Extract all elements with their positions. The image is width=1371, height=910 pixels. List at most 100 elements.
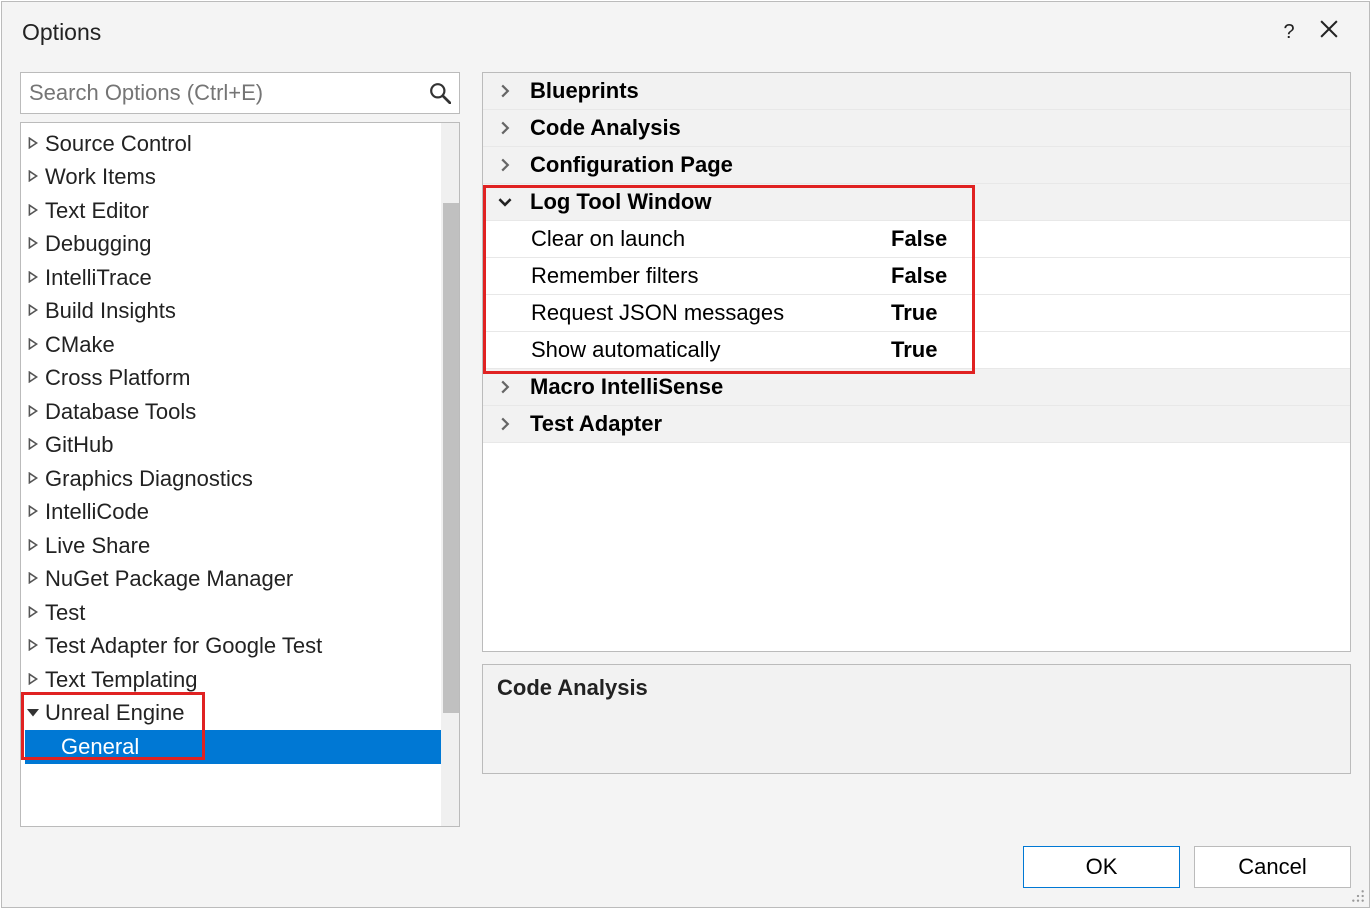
- caret-right-icon[interactable]: [27, 539, 41, 553]
- property-value[interactable]: True: [891, 337, 937, 363]
- caret-right-icon[interactable]: [27, 170, 41, 184]
- caret-right-icon[interactable]: [27, 673, 41, 687]
- help-button[interactable]: ?: [1269, 21, 1309, 44]
- search-input[interactable]: [29, 80, 429, 106]
- caret-right-icon[interactable]: [27, 606, 41, 620]
- tree-item-label: CMake: [45, 332, 115, 358]
- tree-item-text-templating[interactable]: Text Templating: [25, 663, 459, 697]
- tree-item-nuget-package-manager[interactable]: NuGet Package Manager: [25, 563, 459, 597]
- search-icon: [429, 82, 451, 104]
- propgrid-property[interactable]: Remember filtersFalse: [483, 258, 1350, 295]
- caret-right-icon[interactable]: [27, 572, 41, 586]
- tree-item-build-insights[interactable]: Build Insights: [25, 295, 459, 329]
- tree-item-label: IntelliTrace: [45, 265, 152, 291]
- tree-item-label: Build Insights: [45, 298, 176, 324]
- propgrid-property[interactable]: Show automaticallyTrue: [483, 332, 1350, 369]
- tree-item-test[interactable]: Test: [25, 596, 459, 630]
- dialog-title: Options: [22, 19, 1269, 46]
- tree-item-text-editor[interactable]: Text Editor: [25, 194, 459, 228]
- tree-item-label: NuGet Package Manager: [45, 566, 293, 592]
- left-pane: Source Control Work Items Text Editor Debug…: [20, 72, 460, 827]
- tree-item-label: Cross Platform: [45, 365, 190, 391]
- caret-right-icon[interactable]: [27, 271, 41, 285]
- category-label: Macro IntelliSense: [530, 374, 723, 400]
- category-label: Blueprints: [530, 78, 639, 104]
- chevron-down-icon[interactable]: [498, 195, 516, 209]
- caret-right-icon[interactable]: [27, 472, 41, 486]
- tree-item-label: IntelliCode: [45, 499, 149, 525]
- chevron-right-icon[interactable]: [498, 158, 516, 172]
- tree-item-label: Database Tools: [45, 399, 196, 425]
- propgrid-category-test-adapter[interactable]: Test Adapter: [483, 406, 1350, 443]
- property-value[interactable]: False: [891, 226, 947, 252]
- tree-item-work-items[interactable]: Work Items: [25, 161, 459, 195]
- category-label: Configuration Page: [530, 152, 733, 178]
- caret-right-icon[interactable]: [27, 505, 41, 519]
- tree-item-cmake[interactable]: CMake: [25, 328, 459, 362]
- chevron-right-icon[interactable]: [498, 84, 516, 98]
- tree-item-label: Debugging: [45, 231, 151, 257]
- property-value[interactable]: False: [891, 263, 947, 289]
- search-box[interactable]: [20, 72, 460, 114]
- caret-right-icon[interactable]: [27, 137, 41, 151]
- tree-item-label: Unreal Engine: [45, 700, 184, 726]
- scrollbar-track[interactable]: [441, 123, 459, 826]
- chevron-right-icon[interactable]: [498, 417, 516, 431]
- tree-item-graphics-diagnostics[interactable]: Graphics Diagnostics: [25, 462, 459, 496]
- tree-item-database-tools[interactable]: Database Tools: [25, 395, 459, 429]
- propgrid-category-blueprints[interactable]: Blueprints: [483, 73, 1350, 110]
- property-label: Request JSON messages: [531, 300, 891, 326]
- caret-right-icon[interactable]: [27, 338, 41, 352]
- caret-down-icon[interactable]: [27, 706, 41, 720]
- propgrid-property[interactable]: Request JSON messagesTrue: [483, 295, 1350, 332]
- tree-item-label: Graphics Diagnostics: [45, 466, 253, 492]
- titlebar: Options ?: [2, 2, 1369, 62]
- caret-right-icon[interactable]: [27, 237, 41, 251]
- propgrid-category-macro-intellisense[interactable]: Macro IntelliSense: [483, 369, 1350, 406]
- category-label: Code Analysis: [530, 115, 681, 141]
- propgrid-category-log-tool-window[interactable]: Log Tool Window: [483, 184, 1350, 221]
- property-label: Remember filters: [531, 263, 891, 289]
- caret-right-icon[interactable]: [27, 371, 41, 385]
- tree-item-live-share[interactable]: Live Share: [25, 529, 459, 563]
- tree-item-source-control[interactable]: Source Control: [25, 127, 459, 161]
- tree-item-intellicode[interactable]: IntelliCode: [25, 496, 459, 530]
- caret-right-icon[interactable]: [27, 405, 41, 419]
- propgrid-category-configuration-page[interactable]: Configuration Page: [483, 147, 1350, 184]
- right-pane: Blueprints Code Analysis Configuration Pag…: [482, 72, 1351, 827]
- tree-item-label: Live Share: [45, 533, 150, 559]
- chevron-right-icon[interactable]: [498, 380, 516, 394]
- tree-item-intellitrace[interactable]: IntelliTrace: [25, 261, 459, 295]
- propgrid-category-code-analysis[interactable]: Code Analysis: [483, 110, 1350, 147]
- property-grid[interactable]: Blueprints Code Analysis Configuration Pag…: [482, 72, 1351, 652]
- property-label: Clear on launch: [531, 226, 891, 252]
- caret-right-icon[interactable]: [27, 639, 41, 653]
- caret-right-icon[interactable]: [27, 438, 41, 452]
- tree-item-test-adapter-for-google-test[interactable]: Test Adapter for Google Test: [25, 630, 459, 664]
- cancel-button[interactable]: Cancel: [1194, 846, 1351, 888]
- caret-right-icon[interactable]: [27, 304, 41, 318]
- tree-item-unreal-engine[interactable]: Unreal Engine: [25, 697, 459, 731]
- dialog-footer: OK Cancel: [2, 827, 1369, 907]
- tree-list[interactable]: Source Control Work Items Text Editor Debug…: [21, 123, 459, 826]
- tree-item-general[interactable]: General: [25, 730, 459, 764]
- chevron-right-icon[interactable]: [498, 121, 516, 135]
- tree-item-label: Text Editor: [45, 198, 149, 224]
- category-tree: Source Control Work Items Text Editor Debug…: [20, 122, 460, 827]
- close-button[interactable]: [1309, 20, 1349, 44]
- propgrid-property[interactable]: Clear on launchFalse: [483, 221, 1350, 258]
- close-icon: [1320, 20, 1338, 38]
- tree-item-cross-platform[interactable]: Cross Platform: [25, 362, 459, 396]
- tree-item-github[interactable]: GitHub: [25, 429, 459, 463]
- ok-button[interactable]: OK: [1023, 846, 1180, 888]
- tree-item-label: Test Adapter for Google Test: [45, 633, 322, 659]
- description-panel: Code Analysis: [482, 664, 1351, 774]
- resize-grip-icon[interactable]: [1351, 889, 1365, 903]
- tree-item-debugging[interactable]: Debugging: [25, 228, 459, 262]
- property-value[interactable]: True: [891, 300, 937, 326]
- caret-right-icon[interactable]: [27, 204, 41, 218]
- scrollbar-thumb[interactable]: [443, 203, 459, 713]
- tree-item-label: Text Templating: [45, 667, 197, 693]
- category-label: Log Tool Window: [530, 189, 711, 215]
- tree-item-label: Source Control: [45, 131, 192, 157]
